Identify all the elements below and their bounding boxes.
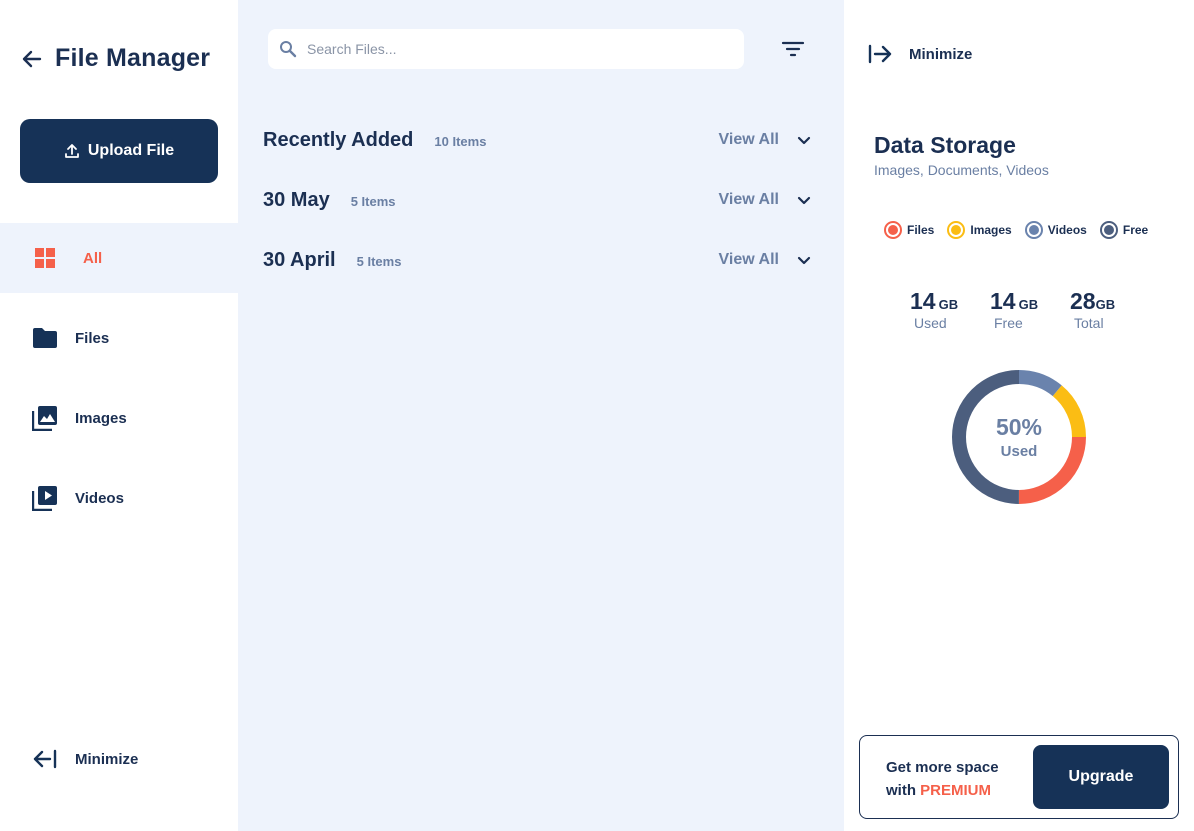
stat-caption: Free <box>994 315 1023 331</box>
sidebar-header: File Manager <box>20 44 210 73</box>
stat-total: 28GB Total <box>1070 288 1150 331</box>
premium-line-1: Get more space <box>886 759 999 776</box>
legend-dot <box>1099 221 1118 239</box>
section-title: Recently Added <box>263 128 414 151</box>
collapse-left-icon <box>32 746 58 772</box>
view-all-label: View All <box>718 251 779 268</box>
view-all-label: View All <box>718 191 779 208</box>
grid-icon <box>32 245 58 271</box>
legend-dot <box>947 221 966 239</box>
view-all-label: View All <box>718 131 779 148</box>
donut-center: 50% Used <box>949 367 1089 507</box>
legend-label: Files <box>907 223 935 237</box>
sidebar-item-label: Images <box>75 409 127 427</box>
legend-dot <box>1024 221 1043 239</box>
stat-used: 14 GB Used <box>910 288 990 331</box>
legend-label: Images <box>970 223 1012 237</box>
stat-unit: GB <box>1018 297 1039 312</box>
collapse-right-icon <box>868 42 892 66</box>
main-content: Recently Added 10 Items View All 30 May … <box>238 0 844 831</box>
sidebar-item-label: Videos <box>75 489 124 507</box>
minimize-label: Minimize <box>909 45 973 63</box>
storage-stats: 14 GB Used 14 GB Free 28GB Total <box>910 288 1150 331</box>
section-30-may: 30 May 5 Items View All <box>263 170 823 230</box>
filter-icon[interactable] <box>780 38 806 60</box>
chevron-down-icon <box>797 136 811 144</box>
stat-caption: Used <box>914 315 947 331</box>
donut-caption: Used <box>1000 443 1038 460</box>
premium-card: Get more space with PREMIUM Upgrade <box>859 735 1179 819</box>
view-all-button[interactable]: View All <box>719 131 811 149</box>
sidebar-minimize-button[interactable]: Minimize <box>32 746 138 772</box>
sidebar-item-label: Files <box>75 329 110 347</box>
legend-item-videos: Videos <box>1024 221 1087 239</box>
stat-unit: GB <box>1095 297 1116 312</box>
sidebar-item-label: All <box>83 249 103 267</box>
legend-item-images: Images <box>947 221 1012 239</box>
search-input[interactable] <box>307 41 707 57</box>
panel-minimize-button[interactable]: Minimize <box>868 42 972 66</box>
premium-highlight: PREMIUM <box>920 782 992 799</box>
view-all-button[interactable]: View All <box>719 191 811 209</box>
storage-title: Data Storage <box>874 132 1016 158</box>
legend-dot <box>884 221 902 239</box>
premium-text: Get more space with PREMIUM <box>886 756 999 802</box>
stat-value: 14 <box>990 288 1016 314</box>
storage-subtitle: Images, Documents, Videos <box>874 162 1049 178</box>
stat-caption: Total <box>1074 315 1104 331</box>
storage-legend: Files Images Videos Free <box>884 221 1161 239</box>
stat-value: 28 <box>1070 288 1096 314</box>
legend-item-free: Free <box>1099 221 1149 239</box>
sidebar-item-all[interactable]: All <box>0 223 238 293</box>
stat-unit: GB <box>938 297 959 312</box>
back-arrow-icon[interactable] <box>20 47 44 71</box>
app-title: File Manager <box>55 44 211 72</box>
section-title: 30 May <box>263 188 330 211</box>
upload-file-button[interactable]: Upload File <box>20 119 218 183</box>
storage-panel: Minimize Data Storage Images, Documents,… <box>844 0 1194 831</box>
chevron-down-icon <box>797 196 811 204</box>
donut-percent: 50% <box>995 414 1043 440</box>
sidebar-item-images[interactable]: Images <box>0 383 238 453</box>
minimize-label: Minimize <box>75 750 139 768</box>
section-count: 5 Items <box>350 193 396 209</box>
stat-value: 14 <box>910 288 936 314</box>
video-library-icon <box>32 485 58 511</box>
search-icon <box>280 41 297 58</box>
search-bar <box>268 29 744 69</box>
section-title: 30 April <box>263 248 336 271</box>
file-sections: Recently Added 10 Items View All 30 May … <box>263 110 823 290</box>
upload-file-label: Upload File <box>87 142 175 159</box>
images-icon <box>32 405 58 431</box>
legend-label: Videos <box>1047 223 1087 237</box>
legend-item-files: Files <box>884 221 934 239</box>
section-30-april: 30 April 5 Items View All <box>263 230 823 290</box>
upload-icon <box>64 144 79 158</box>
sidebar-nav: All Files Images Videos <box>0 223 238 543</box>
stat-free: 14 GB Free <box>990 288 1070 331</box>
legend-label: Free <box>1122 223 1149 237</box>
folder-icon <box>32 325 58 351</box>
section-count: 10 Items <box>434 133 487 149</box>
premium-prefix: with <box>886 782 921 799</box>
section-count: 5 Items <box>356 253 402 269</box>
premium-line-2: with PREMIUM <box>886 779 999 802</box>
sidebar-item-videos[interactable]: Videos <box>0 463 238 533</box>
sidebar-item-files[interactable]: Files <box>0 303 238 373</box>
view-all-button[interactable]: View All <box>719 251 811 269</box>
upgrade-button[interactable]: Upgrade <box>1033 745 1169 809</box>
section-recently-added: Recently Added 10 Items View All <box>263 110 823 170</box>
sidebar: File Manager Upload File All Files Image… <box>0 0 238 831</box>
chevron-down-icon <box>797 256 811 264</box>
